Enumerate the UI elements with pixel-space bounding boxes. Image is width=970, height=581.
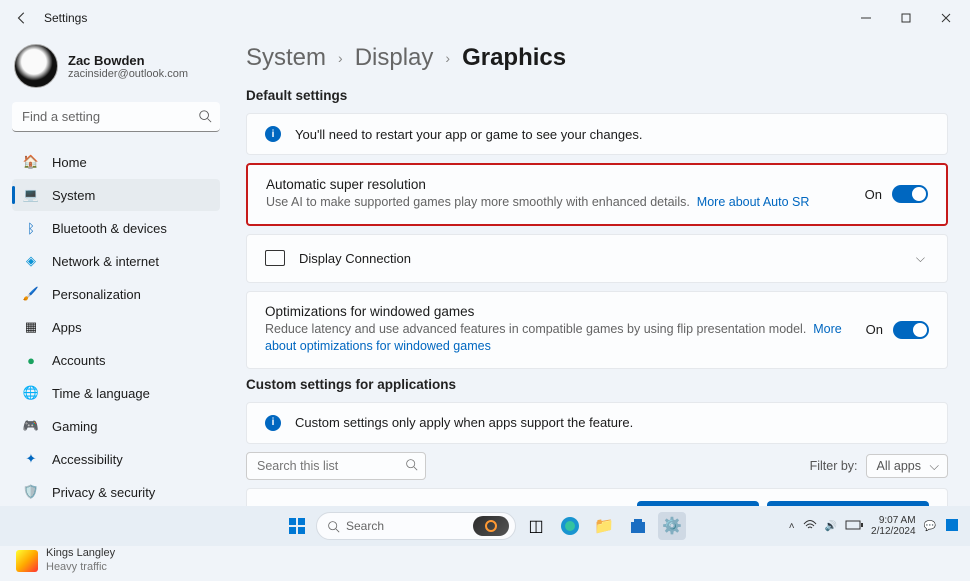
page-title: Graphics — [462, 44, 566, 72]
nav-bluetooth[interactable]: ᛒ Bluetooth & devices — [12, 212, 220, 244]
nav-label: Gaming — [52, 419, 98, 434]
nav-label: System — [52, 188, 95, 203]
filter-select[interactable]: All apps — [866, 454, 948, 478]
person-icon: ● — [22, 351, 40, 369]
settings-icon[interactable]: ⚙️ — [658, 512, 686, 540]
taskbar-time: 9:07 AM — [871, 515, 916, 527]
restart-info: You'll need to restart your app or game … — [295, 127, 929, 142]
nav-label: Personalization — [52, 287, 141, 302]
close-button[interactable] — [926, 0, 966, 36]
taskbar-date: 2/12/2024 — [871, 526, 916, 538]
taskbar-clock[interactable]: 9:07 AM 2/12/2024 — [871, 515, 916, 538]
traffic-icon — [16, 550, 38, 572]
custom-info: Custom settings only apply when apps sup… — [295, 415, 929, 430]
nav-network[interactable]: ◈ Network & internet — [12, 245, 220, 277]
minimize-button[interactable] — [846, 0, 886, 36]
info-icon: i — [265, 126, 281, 142]
nav-label: Accessibility — [52, 452, 123, 467]
nav-label: Privacy & security — [52, 485, 155, 500]
filter-label: Filter by: — [810, 459, 858, 473]
breadcrumb-system[interactable]: System — [246, 44, 326, 72]
notification-tray-icon[interactable]: 💬 — [924, 521, 936, 532]
shield-icon: 🛡️ — [22, 483, 40, 501]
user-name: Zac Bowden — [68, 53, 188, 68]
wifi-icon: ◈ — [22, 252, 40, 270]
nav-accounts[interactable]: ● Accounts — [12, 344, 220, 376]
bluetooth-icon: ᛒ — [22, 219, 40, 237]
apps-icon: ▦ — [22, 318, 40, 336]
nav-label: Accounts — [52, 353, 105, 368]
opt-toggle[interactable] — [893, 321, 929, 339]
taskbar-search[interactable]: Search — [316, 512, 516, 540]
edge-icon[interactable] — [556, 512, 584, 540]
store-icon[interactable] — [624, 512, 652, 540]
volume-tray-icon[interactable]: 🔊 — [825, 521, 837, 532]
start-button[interactable] — [284, 513, 310, 539]
asr-toggle[interactable] — [892, 185, 928, 203]
section-custom: Custom settings for applications — [246, 377, 948, 392]
battery-tray-icon[interactable] — [845, 520, 863, 533]
taskbar-search-label: Search — [346, 519, 384, 533]
weather-widget[interactable]: Kings Langley Heavy traffic — [12, 541, 220, 581]
nav-home[interactable]: 🏠 Home — [12, 146, 220, 178]
nav-label: Home — [52, 155, 87, 170]
gamepad-icon: 🎮 — [22, 417, 40, 435]
copilot-icon — [473, 516, 509, 536]
asr-title: Automatic super resolution — [266, 177, 851, 192]
asr-desc: Use AI to make supported games play more… — [266, 194, 851, 212]
window-title: Settings — [44, 11, 87, 25]
nav-apps[interactable]: ▦ Apps — [12, 311, 220, 343]
display-connection-row[interactable]: Display Connection ⌵ — [246, 234, 948, 283]
explorer-icon[interactable]: 📁 — [590, 512, 618, 540]
nav-system[interactable]: 💻 System — [12, 179, 220, 211]
breadcrumb-display[interactable]: Display — [355, 44, 434, 72]
chevron-right-icon: › — [338, 50, 343, 66]
nav-label: Apps — [52, 320, 82, 335]
display-connection-label: Display Connection — [299, 251, 898, 266]
nav-label: Time & language — [52, 386, 150, 401]
home-icon: 🏠 — [22, 153, 40, 171]
chevron-down-icon: ⌵ — [912, 247, 929, 270]
tray-chevron-icon[interactable]: ˄ — [789, 521, 795, 532]
brush-icon: 🖌️ — [22, 285, 40, 303]
maximize-button[interactable] — [886, 0, 926, 36]
chevron-right-icon: › — [445, 50, 450, 66]
nav-gaming[interactable]: 🎮 Gaming — [12, 410, 220, 442]
back-button[interactable] — [4, 0, 40, 36]
nav-privacy[interactable]: 🛡️ Privacy & security — [12, 476, 220, 508]
display-icon — [265, 250, 285, 266]
avatar — [14, 44, 58, 88]
nav-accessibility[interactable]: ✦ Accessibility — [12, 443, 220, 475]
search-icon — [405, 458, 418, 476]
globe-icon: 🌐 — [22, 384, 40, 402]
info-icon: i — [265, 415, 281, 431]
search-icon — [327, 520, 340, 533]
opt-state: On — [866, 322, 883, 337]
section-default: Default settings — [246, 88, 948, 103]
weather-line1: Kings Langley — [46, 547, 115, 561]
nav-personalization[interactable]: 🖌️ Personalization — [12, 278, 220, 310]
list-search-input[interactable] — [246, 452, 426, 480]
task-view-icon[interactable]: ◫ — [522, 512, 550, 540]
nav-time[interactable]: 🌐 Time & language — [12, 377, 220, 409]
asr-link[interactable]: More about Auto SR — [697, 195, 810, 209]
user-email: zacinsider@outlook.com — [68, 68, 188, 80]
nav-label: Bluetooth & devices — [52, 221, 167, 236]
weather-line2: Heavy traffic — [46, 561, 115, 575]
nav-label: Network & internet — [52, 254, 159, 269]
search-icon — [198, 109, 212, 128]
opt-desc: Reduce latency and use advanced features… — [265, 321, 852, 356]
accessibility-icon: ✦ — [22, 450, 40, 468]
asr-state: On — [865, 187, 882, 202]
user-block[interactable]: Zac Bowden zacinsider@outlook.com — [12, 44, 220, 88]
opt-title: Optimizations for windowed games — [265, 304, 852, 319]
breadcrumb: System › Display › Graphics — [246, 44, 948, 72]
copilot-tray-icon[interactable] — [944, 517, 960, 536]
settings-search-input[interactable] — [12, 102, 220, 132]
wifi-tray-icon[interactable] — [803, 519, 817, 534]
system-icon: 💻 — [22, 186, 40, 204]
